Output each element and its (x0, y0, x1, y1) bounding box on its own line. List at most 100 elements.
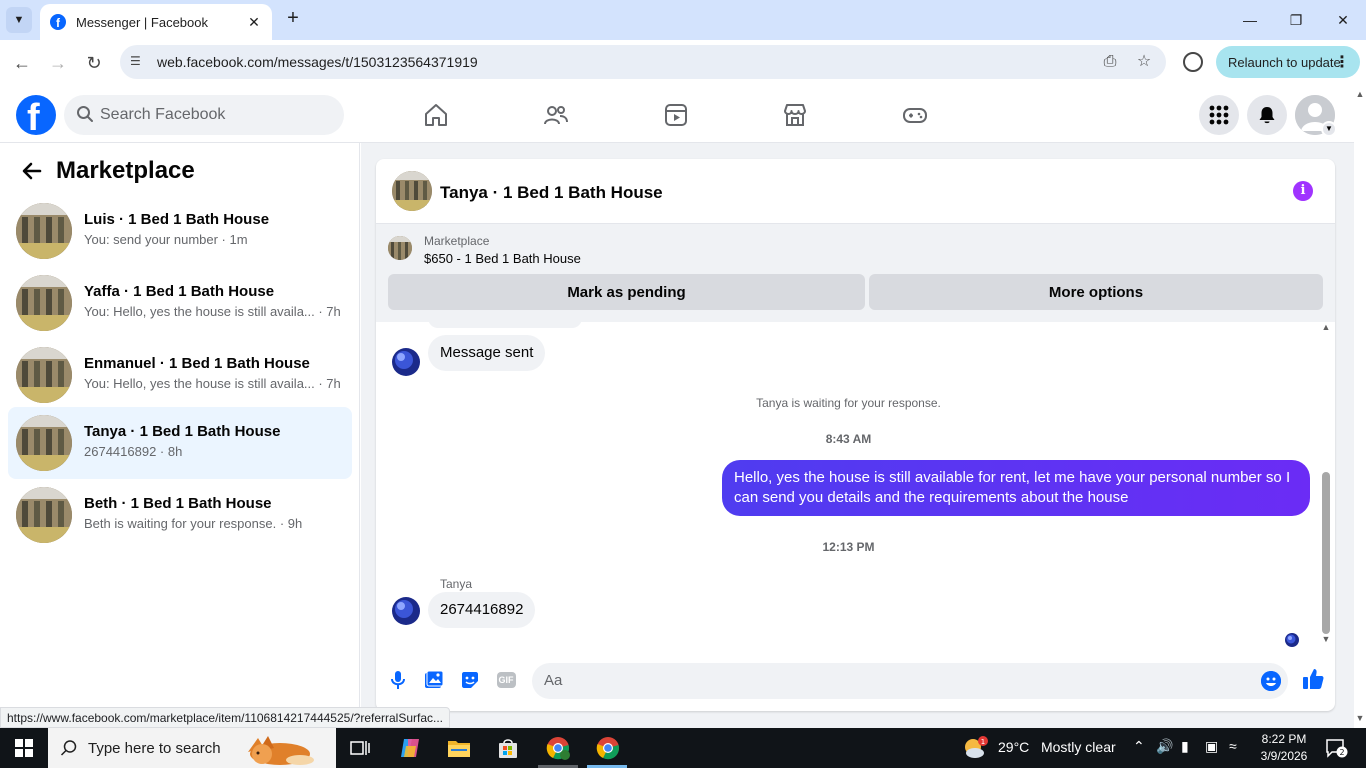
chrome-profile-button[interactable] (544, 734, 572, 762)
wifi-icon[interactable]: ≈ (1229, 738, 1237, 754)
sticker-button[interactable] (459, 669, 481, 691)
info-icon[interactable]: i (1293, 181, 1313, 201)
site-info-icon[interactable]: ☰ (130, 54, 146, 70)
taskbar-search-placeholder: Type here to search (88, 740, 221, 757)
weather-widget-icon[interactable]: 1 (962, 734, 988, 762)
notifications-button[interactable] (1247, 95, 1287, 135)
show-hidden-icons[interactable]: ⌃ (1133, 738, 1145, 755)
microsoft-store-button[interactable] (494, 734, 522, 762)
browser-toolbar: ← → ↻ ☰ web.facebook.com/messages/t/1503… (0, 40, 1366, 85)
folder-icon (448, 741, 470, 757)
outgoing-message[interactable]: Hello, yes the house is still available … (722, 460, 1310, 516)
conversation-preview: You: send your number · 1m (84, 232, 248, 247)
listing-thumbnail (16, 347, 72, 403)
address-bar[interactable]: ☰ web.facebook.com/messages/t/1503123564… (120, 45, 1166, 79)
listing-thumbnail (16, 275, 72, 331)
conversation-name: Luis · 1 Bed 1 Bath House (84, 211, 270, 228)
browser-tab-messenger[interactable]: f Messenger | Facebook ✕ (40, 4, 272, 40)
attach-photo-button[interactable] (423, 669, 445, 691)
profile-icon[interactable] (1183, 52, 1203, 72)
restore-button[interactable]: ❐ (1284, 8, 1308, 32)
conversation-enmanuel[interactable]: Enmanuel · 1 Bed 1 Bath House You: Hello… (8, 339, 352, 411)
tanya-avatar[interactable] (392, 348, 420, 376)
marketplace-listing-bar: Marketplace $650 - 1 Bed 1 Bath House Ma… (376, 224, 1335, 322)
chat-title[interactable]: Tanya · 1 Bed 1 Bath House (440, 183, 663, 203)
bookmark-star-icon[interactable]: ☆ (1134, 52, 1154, 72)
nav-home[interactable] (418, 97, 454, 133)
new-tab-button[interactable]: + (282, 8, 304, 30)
taskbar-clock[interactable]: 8:22 PM 3/9/2026 (1250, 731, 1318, 765)
conversation-yaffa[interactable]: Yaffa · 1 Bed 1 Bath House You: Hello, y… (8, 267, 352, 339)
listing-title-link[interactable]: $650 - 1 Bed 1 Bath House (424, 251, 581, 266)
meet-now-icon[interactable]: ▣ (1205, 738, 1218, 755)
back-button[interactable]: ← (10, 51, 34, 75)
forward-button[interactable]: → (46, 51, 70, 75)
scroll-thumb[interactable] (1322, 472, 1330, 634)
tab-search-button[interactable]: ▼ (6, 7, 32, 33)
page-scroll-up-icon[interactable]: ▲ (1354, 89, 1366, 99)
scroll-up-icon[interactable]: ▲ (1320, 322, 1332, 332)
listing-thumbnail[interactable] (388, 236, 412, 260)
conversation-preview: Beth is waiting for your response. · 9h (84, 516, 303, 531)
conversation-tanya[interactable]: Tanya · 1 Bed 1 Bath House 2674416892 · … (8, 407, 352, 479)
tanya-avatar[interactable] (392, 597, 420, 625)
search-icon (60, 740, 77, 756)
file-explorer-button[interactable] (445, 734, 473, 762)
emoji-icon[interactable] (1261, 671, 1281, 691)
weather-moon-icon: 1 (965, 736, 988, 758)
clock-date: 3/9/2026 (1260, 749, 1308, 763)
task-view-button[interactable] (346, 734, 374, 762)
chevron-down-icon: ▼ (13, 14, 25, 26)
taskbar-search-box[interactable]: Type here to search (48, 728, 336, 768)
facebook-search-input[interactable]: Search Facebook (64, 95, 344, 135)
conversation-beth[interactable]: Beth · 1 Bed 1 Bath House Beth is waitin… (8, 479, 352, 551)
conversation-luis[interactable]: Luis · 1 Bed 1 Bath House You: send your… (8, 195, 352, 267)
nav-gaming[interactable] (897, 97, 933, 133)
facebook-logo-icon[interactable]: f (16, 95, 56, 135)
timestamp: 8:43 AM (825, 432, 872, 446)
copilot-button[interactable] (396, 734, 424, 762)
reload-button[interactable]: ↻ (82, 51, 106, 75)
weather-widget[interactable]: 29°C Mostly clear (998, 739, 1116, 755)
close-window-button[interactable]: ✕ (1331, 8, 1355, 32)
install-app-icon[interactable]: ⎙ (1100, 52, 1120, 72)
chat-avatar[interactable] (392, 171, 432, 211)
nav-video[interactable] (658, 97, 694, 133)
incoming-message[interactable]: Message sent (428, 335, 546, 371)
conversation-preview: 2674416892 · 8h (84, 444, 183, 459)
battery-icon[interactable]: ▮ (1181, 738, 1189, 755)
grid-menu-icon (1209, 105, 1229, 125)
chrome-active-button[interactable] (594, 734, 622, 762)
account-chevron-icon[interactable]: ▼ (1321, 121, 1337, 137)
conversation-sidebar: Marketplace Luis · 1 Bed 1 Bath House Yo… (0, 143, 360, 728)
message-scrollbar[interactable]: ▲ ▼ (1320, 322, 1332, 647)
tab-close-icon[interactable]: ✕ (246, 14, 262, 31)
thumbs-up-icon (1303, 669, 1324, 689)
notification-center-button[interactable]: 2 (1326, 738, 1348, 758)
incoming-message[interactable]: 2674416892 (428, 592, 536, 628)
menu-button[interactable] (1199, 95, 1239, 135)
start-button[interactable] (0, 728, 48, 768)
timestamp: 12:13 PM (822, 540, 875, 554)
voice-clip-button[interactable] (387, 669, 409, 691)
nav-friends[interactable] (538, 97, 574, 133)
page-scrollbar[interactable]: ▲ ▼ (1354, 85, 1366, 728)
more-options-button[interactable]: More options (869, 274, 1323, 310)
minimize-button[interactable]: — (1238, 8, 1262, 32)
relaunch-to-update-button[interactable]: Relaunch to update ⋮ (1216, 46, 1360, 78)
message-input[interactable]: Aa (532, 663, 1288, 699)
like-button[interactable] (1301, 667, 1325, 691)
gif-button[interactable]: GIF (495, 669, 517, 691)
video-icon (665, 104, 687, 126)
page-scroll-down-icon[interactable]: ▼ (1354, 713, 1366, 723)
nav-marketplace[interactable] (777, 97, 813, 133)
chat-panel: Tanya · 1 Bed 1 Bath House i Marketplace… (376, 159, 1335, 711)
back-arrow-icon[interactable] (20, 159, 44, 183)
conversation-preview: You: Hello, yes the house is still avail… (84, 376, 341, 391)
speaker-icon[interactable]: 🔊 (1156, 738, 1173, 755)
scroll-down-icon[interactable]: ▼ (1320, 634, 1332, 644)
message-placeholder: Aa (544, 672, 563, 689)
facebook-header: f Search Facebook ▼ (0, 85, 1354, 143)
mark-as-pending-button[interactable]: Mark as pending (388, 274, 865, 310)
chrome-icon (546, 737, 570, 760)
